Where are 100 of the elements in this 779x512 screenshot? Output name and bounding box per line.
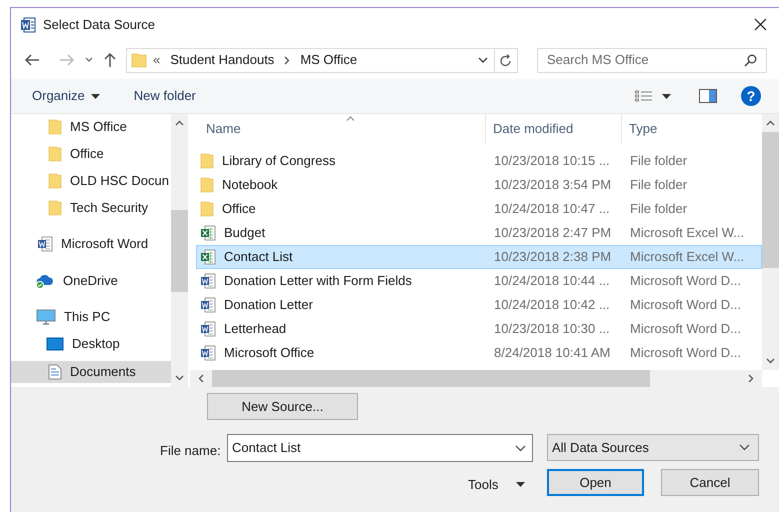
preview-pane-icon[interactable] (699, 89, 717, 103)
scroll-down-icon[interactable] (766, 358, 775, 364)
file-name: Budget (224, 224, 266, 242)
file-name: Donation Letter (224, 296, 313, 314)
navigation-item[interactable]: OneDrive (11, 270, 171, 292)
path-overflow[interactable]: « (153, 50, 160, 70)
navigation-item[interactable]: This PC (11, 306, 171, 328)
file-name: Contact List (224, 248, 293, 266)
scrollbar-thumb[interactable] (212, 370, 650, 387)
chevron-right-icon[interactable] (284, 56, 290, 64)
path-segment[interactable]: Student Handouts (170, 50, 274, 70)
navigation-item[interactable]: Tech Security (11, 197, 171, 219)
file-type: Microsoft Excel W... (629, 248, 744, 266)
date-modified: 10/23/2018 10:15 ... (493, 152, 611, 170)
file-name: Microsoft Office (224, 344, 314, 362)
vertical-scrollbar[interactable] (171, 114, 188, 387)
caret-icon[interactable] (662, 94, 671, 98)
file-row[interactable]: Budget 10/23/2018 2:47 PM Microsoft Excel W... (196, 221, 762, 245)
navigation-item[interactable]: OLD HSC Docun (11, 170, 171, 192)
folder-icon (48, 173, 62, 189)
file-row[interactable]: Donation Letter with Form Fields 10/24/2018 10:44 ... Microsoft Word D... (196, 269, 762, 293)
close-icon[interactable] (754, 18, 767, 31)
column-header[interactable]: Type (622, 114, 762, 144)
file-name: Library of Congress (222, 152, 336, 170)
excel-spreadsheet-icon (200, 249, 216, 265)
sort-caret-icon (346, 116, 355, 121)
file-type: Microsoft Word D... (629, 344, 742, 362)
file-name-field[interactable]: Contact List (227, 434, 533, 462)
search-field[interactable]: Search MS Office (537, 48, 767, 72)
new-source-button[interactable]: New Source... (207, 393, 358, 420)
cancel-button[interactable]: Cancel (661, 469, 759, 496)
date-modified: 8/24/2018 10:41 AM (493, 344, 612, 362)
scroll-left-icon[interactable] (198, 374, 204, 383)
navigation-item[interactable]: Documents (11, 361, 171, 383)
file-row[interactable]: Library of Congress 10/23/2018 10:15 ... File folder (196, 149, 762, 173)
file-type: Microsoft Word D... (629, 296, 742, 314)
folder-icon (48, 146, 62, 162)
date-modified: 10/23/2018 3:54 PM (493, 176, 612, 194)
horizontal-scrollbar[interactable] (190, 370, 762, 387)
file-row[interactable]: Notebook 10/23/2018 3:54 PM File folder (196, 173, 762, 197)
file-type-dropdown[interactable]: All Data Sources (547, 434, 759, 461)
vertical-scrollbar[interactable] (762, 114, 779, 370)
file-type: File folder (629, 176, 688, 194)
file-name: Notebook (222, 176, 278, 194)
file-type: Microsoft Word D... (629, 320, 742, 338)
cloud-icon (35, 273, 55, 289)
view-options-icon[interactable] (635, 90, 653, 102)
column-header[interactable]: Name (196, 114, 486, 144)
file-row[interactable]: Office 10/24/2018 10:47 ... File folder (196, 197, 762, 221)
search-icon[interactable] (744, 54, 757, 66)
navigation-item[interactable]: MS Office (11, 116, 171, 138)
file-name-label: File name: (160, 442, 221, 460)
path-segment[interactable]: MS Office (300, 50, 358, 70)
new-folder-button[interactable]: New folder (134, 86, 196, 106)
document-icon (48, 364, 62, 380)
navigation-item[interactable]: Desktop (11, 333, 171, 355)
chevron-down-icon[interactable] (478, 56, 488, 64)
scrollbar-thumb[interactable] (762, 132, 779, 268)
scrollbar-thumb[interactable] (171, 210, 188, 292)
up-arrow-icon[interactable] (103, 52, 117, 68)
scroll-down-icon[interactable] (175, 375, 184, 381)
date-modified: 10/24/2018 10:42 ... (493, 296, 611, 314)
file-row[interactable]: Letterhead 10/23/2018 10:30 ... Microsoft Word D... (196, 317, 762, 341)
chevron-down-icon[interactable] (515, 444, 526, 452)
computer-icon (36, 309, 56, 325)
word-document-icon (200, 345, 216, 361)
organize-menu[interactable]: Organize (32, 86, 100, 106)
open-button[interactable]: Open (547, 469, 644, 496)
file-name: Office (222, 200, 256, 218)
word-document-icon (200, 321, 216, 337)
word-document-icon (200, 297, 216, 313)
refresh-icon[interactable] (500, 54, 512, 66)
excel-spreadsheet-icon (200, 225, 216, 241)
file-type: Microsoft Excel W... (629, 224, 744, 242)
file-row[interactable]: Microsoft Office 8/24/2018 10:41 AM Microsoft Word D... (196, 341, 762, 365)
navigation-item[interactable]: Office (11, 143, 171, 165)
folder-icon (200, 153, 214, 169)
folder-icon (131, 52, 147, 68)
date-modified: 10/23/2018 2:47 PM (493, 224, 612, 242)
file-row[interactable]: Donation Letter 10/24/2018 10:42 ... Microsoft Word D... (196, 293, 762, 317)
chevron-down-icon[interactable] (739, 444, 750, 451)
word-icon (20, 16, 36, 32)
navigation-item[interactable]: Microsoft Word (11, 233, 171, 255)
date-modified: 10/24/2018 10:47 ... (493, 200, 611, 218)
caret-icon (516, 482, 526, 488)
tools-menu[interactable]: Tools (468, 475, 526, 494)
desktop-icon (46, 337, 64, 351)
scroll-up-icon[interactable] (766, 120, 775, 126)
file-row[interactable]: Contact List 10/23/2018 2:38 PM Microsoft Excel W... (196, 245, 762, 269)
caret-icon (90, 94, 100, 98)
back-arrow-icon[interactable] (24, 53, 40, 67)
folder-icon (48, 200, 62, 216)
help-icon[interactable]: ? (741, 86, 761, 106)
address-bar[interactable]: « Student Handouts MS Office (126, 48, 518, 72)
scroll-right-icon[interactable] (748, 374, 754, 383)
folder-icon (200, 177, 214, 193)
scroll-up-icon[interactable] (175, 120, 184, 126)
column-header[interactable]: Date modified (486, 114, 622, 144)
chevron-down-icon[interactable] (85, 57, 93, 63)
window-title: Select Data Source (43, 16, 156, 34)
